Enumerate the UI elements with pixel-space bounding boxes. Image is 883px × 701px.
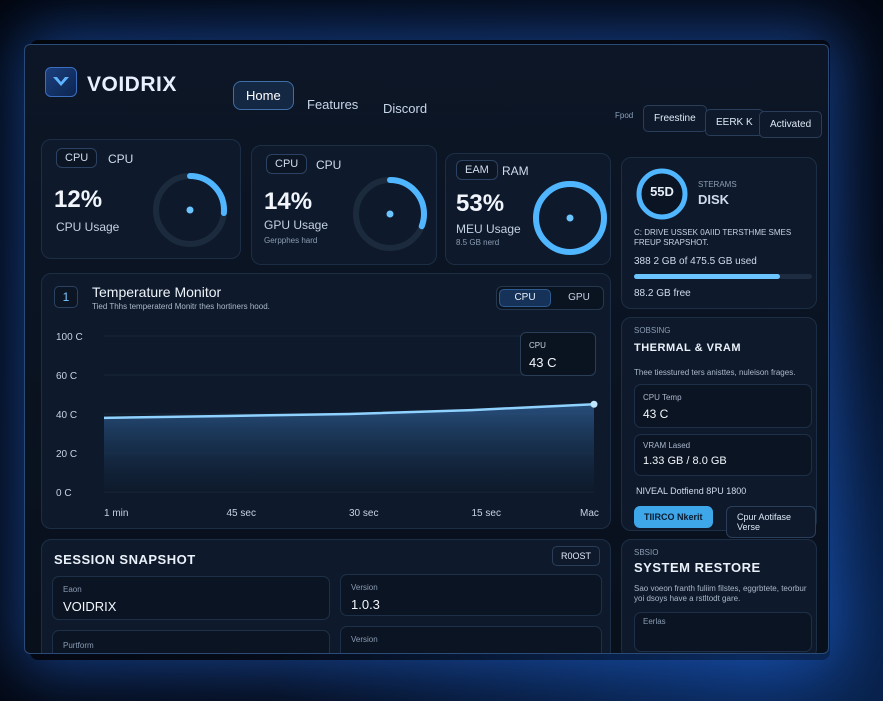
gpu-card-title: CPU — [316, 158, 342, 172]
nav-discord[interactable]: Discord — [371, 95, 439, 122]
disk-small-label: STERAMS — [698, 180, 737, 189]
y-tick-label: 20 C — [56, 449, 77, 460]
disk-usage-fill — [634, 274, 780, 279]
cpu-card: CPU CPU 12% CPU Usage — [41, 139, 241, 259]
y-tick-label: 60 C — [56, 371, 77, 382]
cpu-card-title: CPU — [108, 152, 134, 166]
gpu-gauge — [353, 177, 427, 251]
session-title: SESSION SNAPSHOT — [54, 552, 196, 567]
monitor-index-badge: 1 — [54, 286, 78, 308]
restore-tile: Eerlas — [634, 612, 812, 652]
chart-tooltip: CPU 43 C — [520, 332, 596, 376]
ram-card: EAM RAM 53% MEU Usage 8.5 GB nerd — [445, 153, 611, 265]
cpu-temp-label: CPU Temp — [643, 393, 682, 402]
disk-ring-label: 55D — [650, 184, 674, 199]
header-small-label: Fpod — [615, 111, 634, 120]
vram-value: 1.33 GB / 8.0 GB — [643, 455, 727, 467]
disk-title: DISK — [698, 192, 730, 207]
monitor-title: Temperature Monitor — [92, 284, 222, 300]
gpu-card: CPU CPU 14% GPU Usage Gerpphes hard — [251, 145, 437, 265]
ram-gauge — [533, 181, 607, 255]
system-restore-card: SBSIO SYSTEM RESTORE Sao voeon franth fu… — [621, 539, 817, 653]
session-field-name: Eaon VOIDRIX — [52, 576, 330, 620]
ram-pill: EAM — [456, 160, 498, 180]
x-tick-label: 1 min — [104, 508, 128, 519]
nav-features[interactable]: Features — [295, 91, 370, 118]
header-button-1[interactable]: Freestine — [643, 105, 707, 132]
session-field-version-value: 1.0.3 — [351, 597, 380, 612]
cpu-pill: CPU — [56, 148, 98, 168]
thermal-secondary-button[interactable]: Cpur Aotifase Verse — [726, 506, 816, 538]
x-tick-label: 15 sec — [472, 508, 501, 519]
restore-footer-label: Eerlas — [643, 617, 666, 626]
x-tick-label: 45 sec — [227, 508, 256, 519]
cpu-usage-label: CPU Usage — [56, 220, 120, 234]
thermal-primary-button[interactable]: TIIRCO Nkerit — [634, 506, 713, 528]
disk-description: C: DRIVE USSEK 0AIID TERSTHME SMES FREUP… — [634, 228, 792, 247]
disk-card: 55D STERAMS DISK C: DRIVE USSEK 0AIID TE… — [621, 157, 817, 309]
header: VOIDRIX Home Features Discord Fpod Frees… — [25, 45, 828, 138]
ram-card-title: RAM — [502, 164, 529, 178]
thermal-small-label: SOBSING — [634, 326, 671, 335]
cpu-gauge — [153, 173, 227, 247]
session-field-name-value: VOIDRIX — [63, 599, 117, 614]
y-tick-label: 40 C — [56, 410, 77, 421]
ram-usage-label: MEU Usage — [456, 222, 521, 236]
vram-tile: VRAM Lased 1.33 GB / 8.0 GB — [634, 434, 812, 476]
session-field-version-2: Version — [340, 626, 602, 653]
x-tick-label: Mac — [580, 508, 599, 519]
session-badge[interactable]: R0OST — [552, 546, 601, 566]
toggle-gpu[interactable]: GPU — [555, 290, 603, 306]
gpu-usage-label: GPU Usage — [264, 218, 329, 232]
nav-home[interactable]: Home — [233, 81, 294, 110]
brand-name: VOIDRIX — [87, 73, 177, 96]
ram-usage-value: 53% — [456, 190, 505, 217]
ram-sub-label: 8.5 GB nerd — [456, 238, 500, 247]
session-field-platform-label: Purtform — [63, 641, 94, 650]
restore-small-label: SBSIO — [634, 548, 659, 557]
restore-description: Sao voeon franth fuliim filstes, eggrbte… — [634, 584, 807, 603]
app-logo-icon — [45, 67, 77, 97]
disk-free-text: 88.2 GB free — [634, 288, 691, 299]
session-field-name-label: Eaon — [63, 585, 82, 594]
session-field-platform: Purtform — [52, 630, 330, 653]
thermal-description: Thee tiesstured ters anisttes, nuleison … — [634, 368, 796, 377]
cpu-temp-tile: CPU Temp 43 C — [634, 384, 812, 428]
header-button-2[interactable]: EERK K — [705, 109, 764, 136]
cpu-usage-value: 12% — [54, 186, 103, 213]
session-field-version-label: Version — [351, 583, 378, 592]
temperature-last-point — [590, 400, 598, 408]
monitor-description: Tied Thhs temperaterd Monitr thes hortin… — [92, 302, 270, 311]
restore-title: SYSTEM RESTORE — [634, 560, 761, 575]
session-snapshot-card: SESSION SNAPSHOT R0OST Eaon VOIDRIX Vers… — [41, 539, 611, 653]
tooltip-label: CPU — [529, 341, 546, 350]
thermal-title: THERMAL & VRAM — [634, 342, 742, 354]
gpu-model-text: NIVEAL Dotfiend 8PU 1800 — [636, 486, 747, 496]
cpu-temp-value: 43 C — [643, 407, 669, 421]
y-tick-label: 0 C — [56, 488, 72, 499]
activated-button[interactable]: Activated — [759, 111, 823, 138]
gpu-usage-value: 14% — [264, 188, 313, 215]
disk-usage-bar — [634, 274, 812, 279]
session-field-version: Version 1.0.3 — [340, 574, 602, 616]
toggle-cpu[interactable]: CPU — [499, 289, 551, 307]
gpu-pill: CPU — [266, 154, 308, 174]
y-tick-label: 100 C — [56, 332, 83, 343]
app-window: VOIDRIX Home Features Discord Fpod Frees… — [24, 44, 829, 654]
gpu-sub-label: Gerpphes hard — [264, 236, 318, 245]
disk-used-text: 388 2 GB of 475.5 GB used — [634, 256, 757, 267]
tooltip-value: 43 C — [529, 355, 557, 370]
vram-label: VRAM Lased — [643, 441, 691, 450]
cpu-gpu-toggle: CPU GPU — [496, 286, 604, 310]
temperature-monitor-card: 1 Temperature Monitor Tied Thhs temperat… — [41, 273, 611, 529]
session-field-version-2-label: Version — [351, 635, 378, 644]
x-tick-label: 30 sec — [349, 508, 378, 519]
thermal-vram-card: SOBSING THERMAL & VRAM Thee tiesstured t… — [621, 317, 817, 538]
